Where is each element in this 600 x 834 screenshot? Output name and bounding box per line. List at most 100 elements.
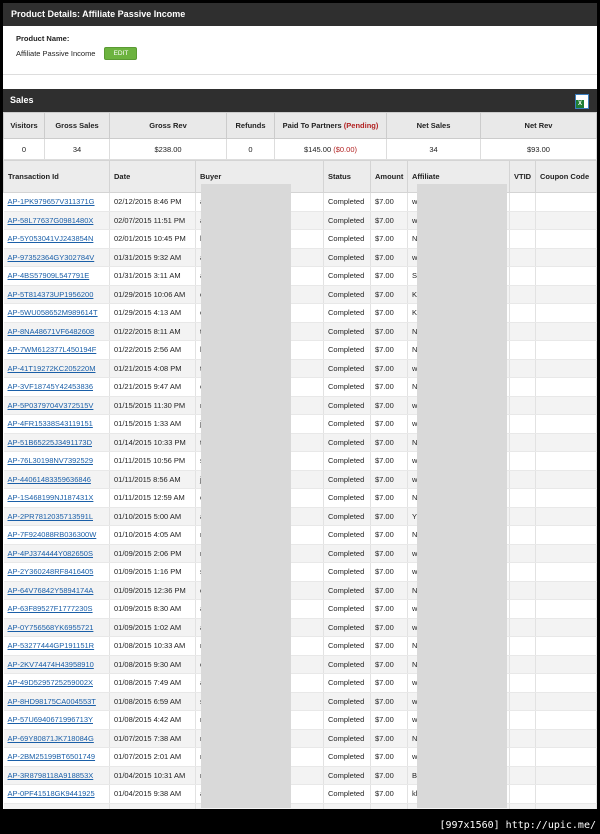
amount-cell: $7.00 xyxy=(370,414,408,434)
vtid-cell xyxy=(509,229,536,249)
transaction-id-link[interactable]: AP-7F924088RB036300W xyxy=(8,530,97,539)
status-cell: Completed xyxy=(323,655,371,674)
transaction-id-link[interactable]: AP-3R8798118A918853X xyxy=(8,771,94,780)
transactions-body: AP-1PK979657V311371G02/12/2015 8:46 PMaC… xyxy=(3,192,597,809)
status-cell: Completed xyxy=(323,303,371,323)
transaction-id-link[interactable]: AP-8HD98175CA004553T xyxy=(8,697,96,706)
amount-cell: $7.00 xyxy=(370,766,408,785)
amount-cell: $7.00 xyxy=(370,710,408,730)
vtid-cell xyxy=(509,414,536,434)
amount-cell: $7.00 xyxy=(370,655,408,674)
transaction-id-link[interactable]: AP-41T19272KC205220M xyxy=(8,364,96,373)
status-cell: Completed xyxy=(323,470,371,489)
transaction-id-link[interactable]: AP-4FR15338S43119151 xyxy=(8,419,93,428)
column-header[interactable]: Status xyxy=(323,160,371,193)
column-header[interactable]: Amount xyxy=(370,160,408,193)
coupon-cell xyxy=(535,488,597,508)
vtid-cell xyxy=(509,710,536,730)
coupon-cell xyxy=(535,322,597,341)
edit-button[interactable]: EDIT xyxy=(104,47,138,60)
transaction-id-cell: AP-3R8798118A918853X xyxy=(3,766,110,785)
transaction-id-link[interactable]: AP-2PR7812035713591L xyxy=(8,512,94,521)
date-cell: 01/22/2015 2:56 AM xyxy=(109,340,196,360)
transaction-id-link[interactable]: AP-7WM612377L450194F xyxy=(8,345,97,354)
coupon-cell xyxy=(535,340,597,360)
coupon-cell xyxy=(535,581,597,600)
transaction-id-link[interactable]: AP-0PF41518GK9441925 xyxy=(8,789,95,798)
transaction-id-link[interactable]: AP-69Y80871JK718084G xyxy=(8,734,94,743)
table-row: AP-2KV74474H4395891001/08/2015 9:30 AMcC… xyxy=(3,655,597,674)
table-row: AP-2BM25199BT650174901/07/2015 2:01 AMrC… xyxy=(3,747,597,767)
coupon-cell xyxy=(535,229,597,249)
transaction-id-link[interactable]: AP-4BS57909L547791E xyxy=(8,271,90,280)
amount-cell: $7.00 xyxy=(370,784,408,804)
transaction-id-cell: AP-8NA48671VF6482608 xyxy=(3,322,110,341)
status-cell: Completed xyxy=(323,581,371,600)
transaction-id-link[interactable]: AP-64V76842Y5894174A xyxy=(8,586,94,595)
transaction-id-link[interactable]: AP-1S468199NJ187431X xyxy=(8,493,94,502)
coupon-cell xyxy=(535,692,597,711)
transaction-id-link[interactable]: AP-0JY32541NK5655709 xyxy=(8,808,94,809)
vtid-cell xyxy=(509,470,536,489)
status-cell: Completed xyxy=(323,451,371,471)
transaction-id-link[interactable]: AP-63F89527F1777230S xyxy=(8,604,93,613)
transaction-id-link[interactable]: AP-53277444GP191151R xyxy=(8,641,95,650)
transaction-id-link[interactable]: AP-97352364GY302784V xyxy=(8,253,95,262)
date-cell: 01/31/2015 3:11 AM xyxy=(109,266,196,286)
transactions-table: Transaction Id Date Buyer Status Amount … xyxy=(3,160,597,809)
coupon-cell xyxy=(535,729,597,748)
summary-header: Net Sales xyxy=(386,112,481,139)
date-cell: 01/11/2015 12:59 AM xyxy=(109,488,196,508)
status-cell: Completed xyxy=(323,192,371,212)
transaction-id-cell: AP-57U6940671996713Y xyxy=(3,710,110,730)
transaction-id-link[interactable]: AP-4PJ374444Y082650S xyxy=(8,549,94,558)
transaction-id-link[interactable]: AP-58L77637G0981480X xyxy=(8,216,94,225)
transaction-id-link[interactable]: AP-5Y053041VJ243854N xyxy=(8,234,94,243)
date-cell: 01/21/2015 9:47 AM xyxy=(109,377,196,397)
transaction-id-link[interactable]: AP-1PK979657V311371G xyxy=(8,197,95,206)
coupon-cell xyxy=(535,303,597,323)
amount-cell: $7.00 xyxy=(370,396,408,415)
status-cell: Completed xyxy=(323,618,371,637)
coupon-cell xyxy=(535,433,597,452)
table-row: AP-69Y80871JK718084G01/07/2015 7:38 AMrC… xyxy=(3,729,597,748)
transaction-id-link[interactable]: AP-8NA48671VF6482608 xyxy=(8,327,95,336)
coupon-cell xyxy=(535,636,597,656)
table-row: AP-5P0379704V372515V01/15/2015 11:30 PMr… xyxy=(3,396,597,415)
status-cell: Completed xyxy=(323,229,371,249)
transaction-id-link[interactable]: AP-2BM25199BT6501749 xyxy=(8,752,96,761)
product-name-row: Affiliate Passive Income EDIT xyxy=(16,47,597,60)
transaction-id-link[interactable]: AP-5WU058652M989614T xyxy=(8,308,98,317)
column-header[interactable]: VTID xyxy=(509,160,536,193)
table-row: AP-8HD98175CA004553T01/08/2015 6:59 AMsC… xyxy=(3,692,597,711)
table-row: AP-5T814373UP1956200 01/29/2015 10:06 AM c… xyxy=(3,285,597,304)
transaction-id-link[interactable]: AP-49D5295725259002X xyxy=(8,678,94,687)
vtid-cell xyxy=(509,488,536,508)
table-row: AP-0PF41518GK944192501/04/2015 9:38 AMaC… xyxy=(3,784,597,804)
transaction-id-link[interactable]: AP-2KV74474H43958910 xyxy=(8,660,94,669)
transaction-id-link[interactable]: AP-51B65225J3491173D xyxy=(8,438,93,447)
column-header[interactable]: Transaction Id xyxy=(3,160,110,193)
status-cell: Completed xyxy=(323,285,371,304)
transaction-id-link[interactable]: AP-57U6940671996713Y xyxy=(8,715,94,724)
table-row: AP-58L77637G0981480X02/07/2015 11:51 PMa… xyxy=(3,211,597,230)
transaction-id-link[interactable]: AP-2Y360248RF8416405 xyxy=(8,567,94,576)
coupon-cell xyxy=(535,211,597,230)
status-cell: Completed xyxy=(323,803,371,809)
summary-header: Visitors xyxy=(3,112,45,139)
transaction-id-link[interactable]: AP-5P0379704V372515V xyxy=(8,401,94,410)
transaction-id-link[interactable]: AP-0Y756568YK6955721 xyxy=(8,623,94,632)
column-header[interactable]: Coupon Code xyxy=(535,160,597,193)
date-cell: 01/09/2015 2:06 PM xyxy=(109,544,196,563)
transaction-id-link[interactable]: AP-44061483359636846 xyxy=(8,475,91,484)
transaction-id-link[interactable]: AP-76L30198NV7392529 xyxy=(8,456,94,465)
amount-cell: $7.00 xyxy=(370,729,408,748)
transaction-id-link[interactable]: AP-3VF18745Y42453836 xyxy=(8,382,94,391)
summary-values-row: 0 34 $238.00 0 $145.00 ($0.00) 34 $93.00 xyxy=(3,138,597,160)
amount-cell: $7.00 xyxy=(370,562,408,582)
excel-export-icon[interactable]: X xyxy=(575,94,589,109)
coupon-cell xyxy=(535,507,597,526)
date-cell: 01/08/2015 6:59 AM xyxy=(109,692,196,711)
transaction-id-link[interactable]: AP-5T814373UP1956200 xyxy=(8,290,94,299)
column-header[interactable]: Date xyxy=(109,160,196,193)
